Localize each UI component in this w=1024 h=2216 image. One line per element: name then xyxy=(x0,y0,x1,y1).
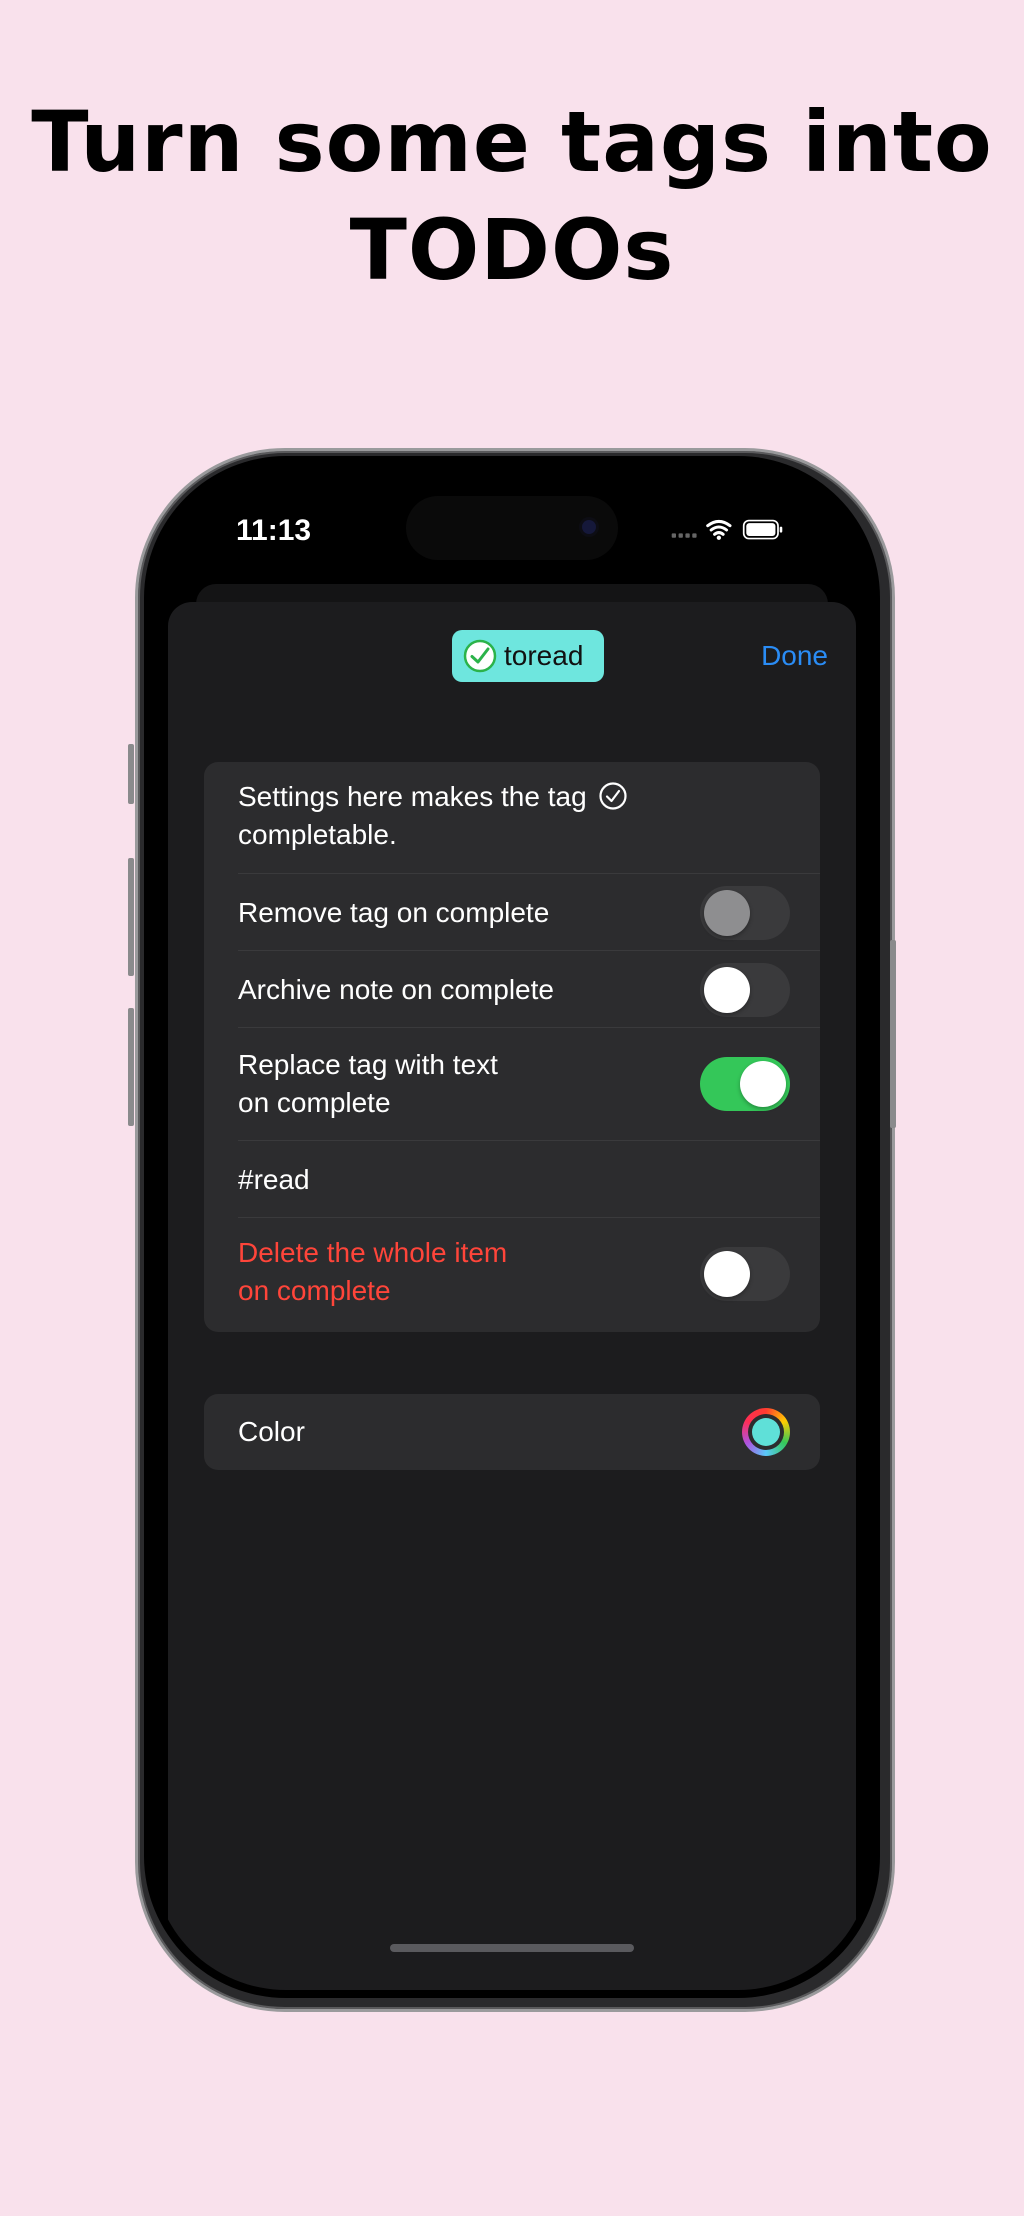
tag-settings-sheet: toread Done Settings here makes the tag … xyxy=(168,602,856,1990)
replace-tag-label: Replace tag with text on complete xyxy=(238,1046,498,1122)
delete-item-row: Delete the whole item on complete xyxy=(238,1218,820,1332)
remove-tag-toggle[interactable] xyxy=(700,886,790,940)
headline: Turn some tags into TODOs xyxy=(0,88,1024,304)
color-row: Color xyxy=(238,1394,820,1470)
done-button[interactable]: Done xyxy=(761,640,828,672)
settings-intro-line-2: completable. xyxy=(238,819,397,850)
replace-tag-row: Replace tag with text on complete xyxy=(238,1028,820,1141)
color-group: Color xyxy=(204,1394,820,1470)
headline-line-1: Turn some tags into xyxy=(31,93,993,191)
delete-item-label: Delete the whole item on complete xyxy=(238,1234,507,1310)
battery-icon xyxy=(742,519,783,540)
delete-item-label-line-2: on complete xyxy=(238,1275,391,1306)
home-indicator[interactable] xyxy=(390,1944,634,1952)
signal-icon xyxy=(671,533,697,538)
remove-tag-label: Remove tag on complete xyxy=(238,897,550,928)
settings-intro-row: Settings here makes the tag completable. xyxy=(238,762,820,874)
settings-intro-line-1: Settings here makes the tag xyxy=(238,781,587,812)
archive-note-label: Archive note on complete xyxy=(238,974,554,1005)
archive-note-row: Archive note on complete xyxy=(238,951,820,1028)
archive-note-toggle[interactable] xyxy=(700,963,790,1017)
color-picker-well[interactable] xyxy=(742,1408,790,1456)
power-button xyxy=(890,940,896,1128)
replacement-text-row: #read xyxy=(238,1141,820,1218)
checkmark-circle-icon xyxy=(463,639,497,673)
replace-tag-label-line-1: Replace tag with text xyxy=(238,1049,498,1080)
settings-intro-text: Settings here makes the tag completable. xyxy=(238,778,628,854)
volume-up-button xyxy=(128,858,134,976)
completion-settings-group: Settings here makes the tag completable.… xyxy=(204,762,820,1332)
checkmark-circle-icon xyxy=(599,782,628,810)
delete-item-toggle[interactable] xyxy=(700,1247,790,1301)
selected-color-swatch xyxy=(752,1418,780,1446)
status-icons xyxy=(671,519,783,540)
action-button xyxy=(128,744,134,804)
tag-name: toread xyxy=(504,640,584,671)
replace-tag-label-line-2: on complete xyxy=(238,1087,391,1118)
wifi-icon xyxy=(706,519,732,536)
status-time: 11:13 xyxy=(236,514,312,547)
remove-tag-row: Remove tag on complete xyxy=(238,874,820,951)
replacement-text-field[interactable]: #read xyxy=(238,1161,310,1199)
delete-item-label-line-1: Delete the whole item xyxy=(238,1237,508,1268)
replace-tag-toggle[interactable] xyxy=(700,1057,790,1111)
volume-down-button xyxy=(128,1008,134,1126)
color-label: Color xyxy=(238,1416,305,1447)
headline-line-2: TODOs xyxy=(349,201,675,299)
phone-screen: 11:13 toread Done Settings here makes th… xyxy=(152,464,872,1990)
camera-icon xyxy=(582,520,596,534)
tag-chip: toread xyxy=(452,630,604,682)
